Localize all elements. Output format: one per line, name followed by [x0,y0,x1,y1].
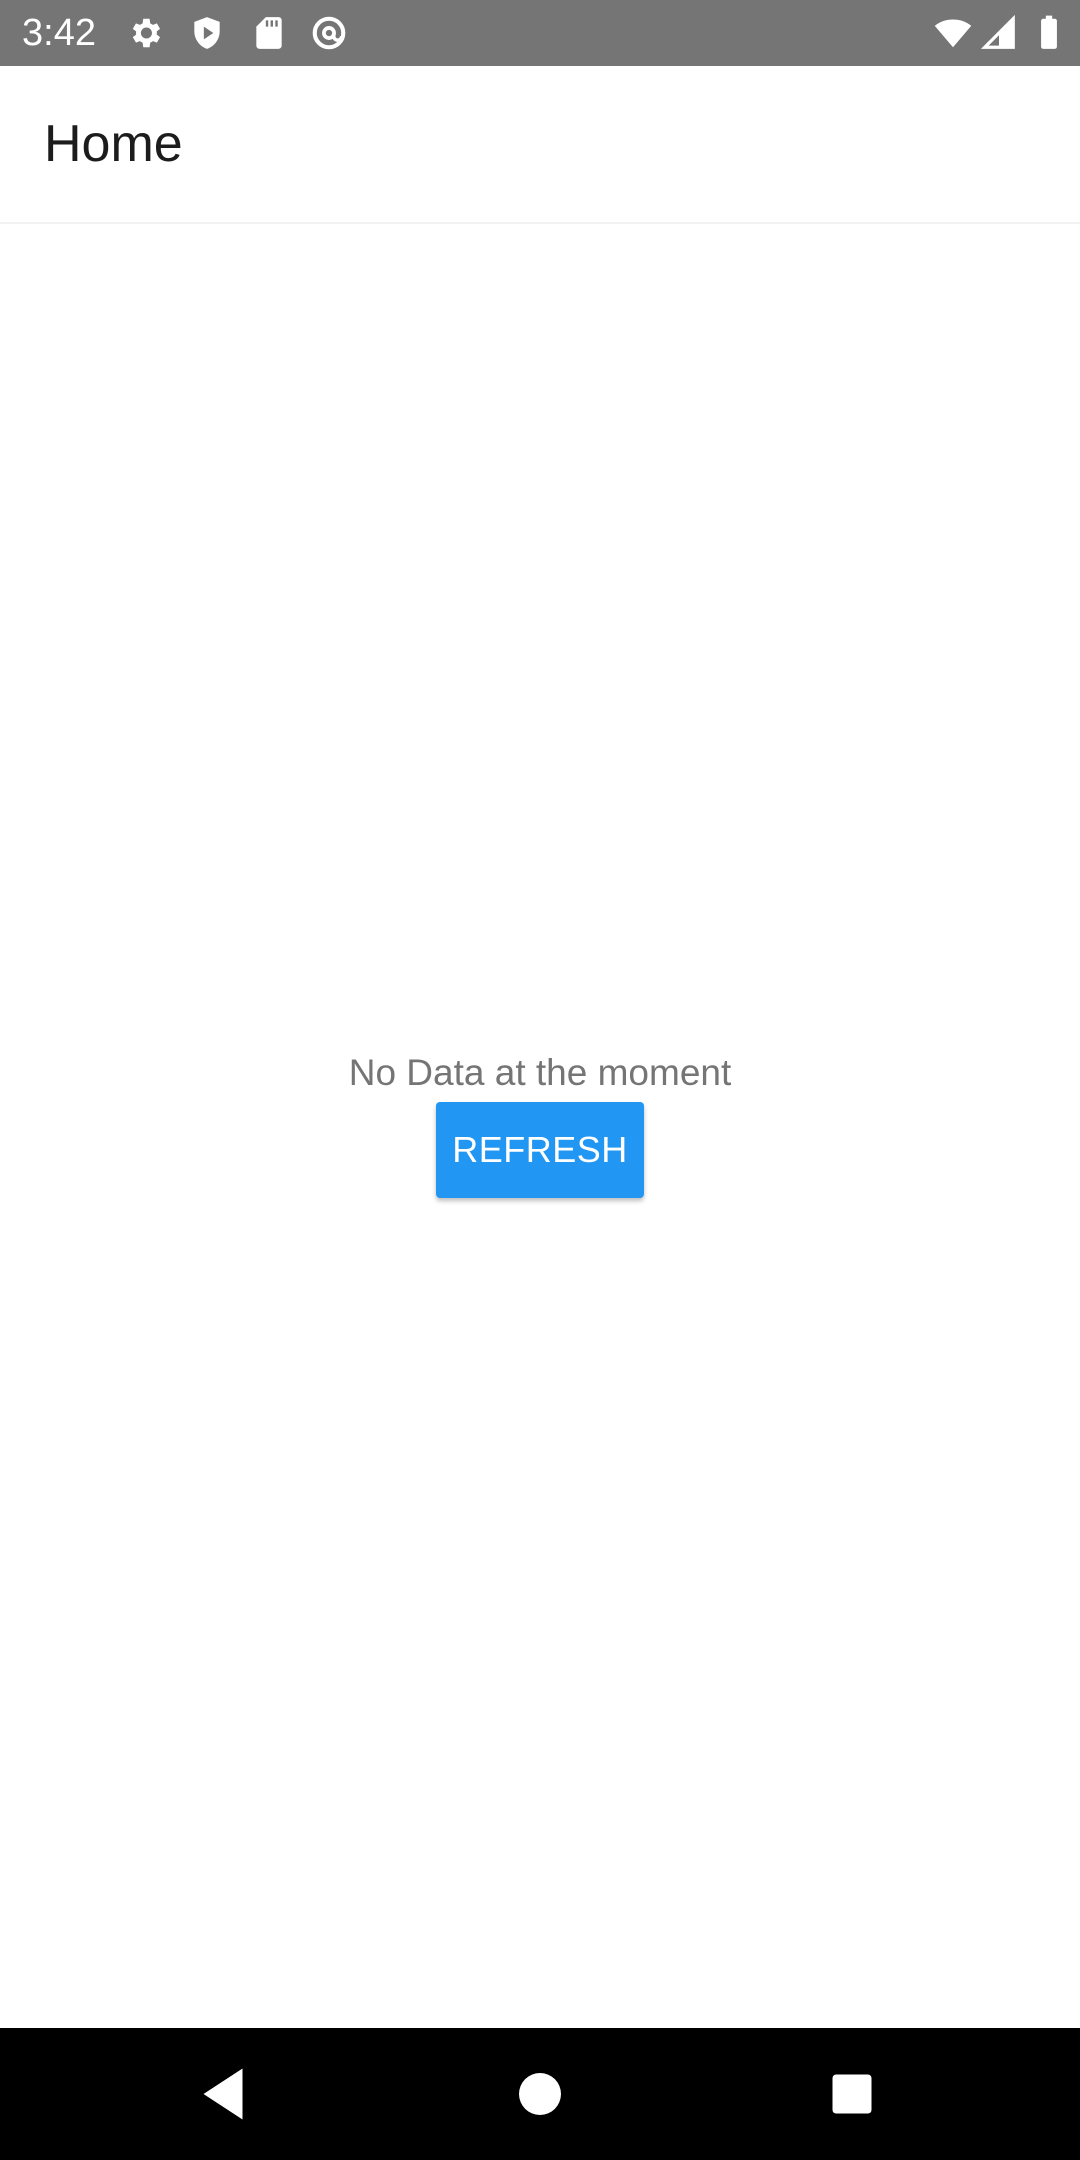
navigation-bar [0,2028,1080,2160]
recents-icon[interactable] [816,2058,888,2130]
home-icon[interactable] [504,2058,576,2130]
sd-card-icon [256,17,282,49]
signal-icon [980,14,1015,49]
battery-icon [1041,15,1057,49]
empty-state-message: No Data at the moment [348,1052,732,1093]
shield-icon [194,17,220,49]
refresh-button[interactable]: REFRESH [436,1102,644,1198]
at-sign-icon [312,16,346,50]
status-bar: 3:42 [0,0,1080,66]
settings-icon [132,18,161,48]
status-time: 3:42 [22,12,96,54]
back-icon[interactable] [190,2058,262,2130]
app-bar: Home [0,66,1080,224]
page-title: Home [44,115,183,173]
main-content: No Data at the moment REFRESH [0,224,1080,2028]
wifi-icon [934,19,972,48]
